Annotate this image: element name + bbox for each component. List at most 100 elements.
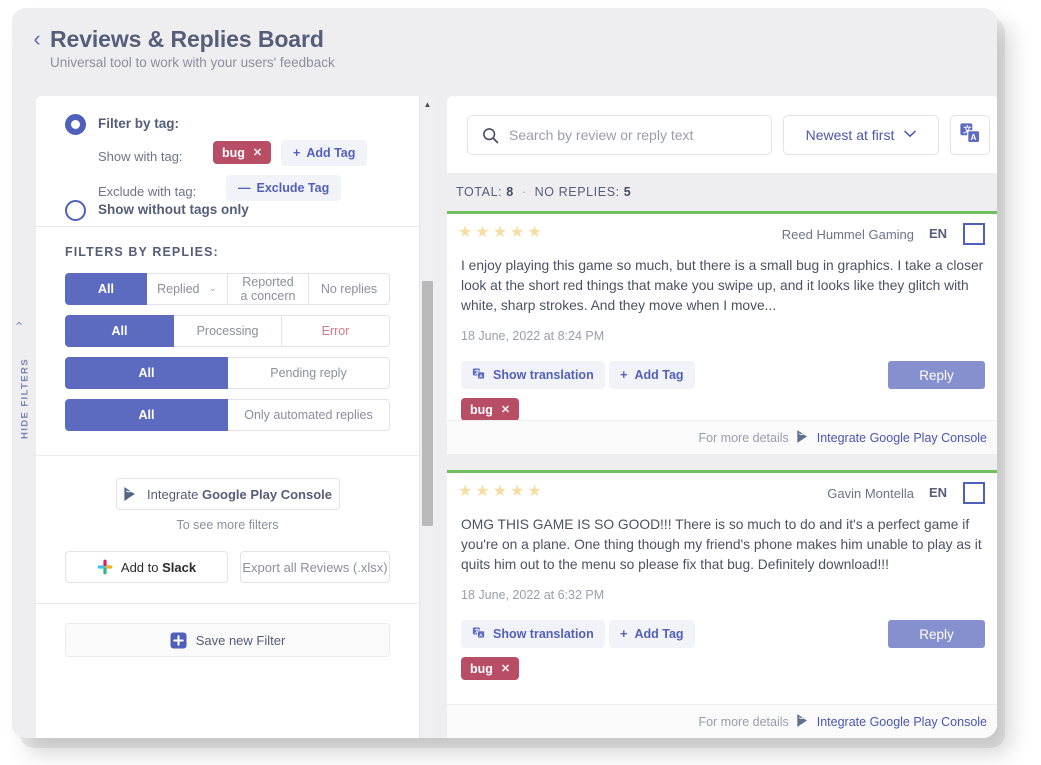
- segmented-control-group-3: All Only automated replies: [65, 399, 390, 431]
- tag-chip-bug[interactable]: bug ✕: [461, 657, 520, 680]
- translate-icon: 文A: [472, 367, 486, 384]
- segment-label: All: [98, 281, 114, 296]
- to-see-more-filters-label: To see more filters: [176, 518, 279, 532]
- review-tags: bug ✕: [461, 398, 985, 421]
- review-date: 18 June, 2022 at 6:32 PM: [461, 588, 605, 602]
- segment-no-replies[interactable]: No replies: [309, 273, 390, 305]
- segment-label: Reported a concern: [240, 274, 296, 303]
- review-text: OMG THIS GAME IS SO GOOD!!! There is so …: [461, 517, 982, 572]
- tag-chip-label: bug: [470, 661, 493, 676]
- review-select-checkbox[interactable]: [963, 482, 985, 504]
- export-all-reviews-button[interactable]: Export all Reviews (.xlsx): [240, 551, 390, 583]
- sort-order-value: Newest at first: [805, 127, 895, 143]
- chevron-down-icon: [904, 129, 917, 141]
- google-play-console-icon: [796, 429, 810, 447]
- add-tag-button[interactable]: + Add Tag: [609, 620, 695, 648]
- tag-chip-bug-include[interactable]: bug ✕: [213, 141, 272, 164]
- page-subtitle: Universal tool to work with your users' …: [50, 55, 335, 70]
- review-language: EN: [928, 226, 947, 241]
- save-new-filter-button[interactable]: Save new Filter: [65, 623, 390, 657]
- scroll-up-arrow-icon[interactable]: ▲: [420, 98, 434, 110]
- segment-pending-reply[interactable]: Pending reply: [228, 357, 390, 389]
- segment-all[interactable]: All: [65, 399, 228, 431]
- review-header: ★ ★ ★ ★ ★ Reed Hummel Gaming EN: [447, 214, 997, 256]
- radio-filter-by-tag[interactable]: [65, 114, 86, 135]
- translate-toggle-button[interactable]: 文 A: [950, 115, 990, 155]
- segment-label: Error: [321, 323, 350, 338]
- star-icon: ★: [492, 483, 508, 500]
- segment-processing[interactable]: Processing: [174, 315, 282, 347]
- filters-by-replies-block: FILTERS BY REPLIES: All Replied ⌄ Reported a…: [36, 227, 419, 455]
- integrate-google-play-console-link[interactable]: Integrate Google Play Console: [817, 715, 987, 729]
- star-icon: ★: [458, 483, 473, 500]
- sidebar-scrollbar-thumb[interactable]: [422, 281, 433, 526]
- review-date: 18 June, 2022 at 8:24 PM: [461, 329, 605, 343]
- star-icon: ★: [492, 224, 508, 241]
- segment-error[interactable]: Error: [282, 315, 390, 347]
- segmented-control-list: All Replied ⌄ Reported a concern No replies Al…: [36, 273, 419, 431]
- add-tag-label: Add Tag: [306, 146, 356, 160]
- total-value: 8: [506, 185, 514, 199]
- plus-square-icon: [170, 632, 187, 649]
- review-text: I enjoy playing this game so much, but t…: [461, 258, 984, 313]
- exclude-tag-label: Exclude Tag: [256, 181, 330, 195]
- close-icon[interactable]: ✕: [253, 146, 262, 159]
- show-translation-button[interactable]: 文 A Show translation: [461, 620, 605, 648]
- app-window: ‹ Reviews & Replies Board Universal tool…: [12, 8, 997, 738]
- filters-by-replies-title: FILTERS BY REPLIES:: [65, 245, 219, 259]
- back-chevron-icon[interactable]: ‹: [26, 26, 48, 52]
- translate-icon: 文A: [472, 626, 486, 643]
- chevron-down-icon[interactable]: ⌄: [209, 283, 217, 295]
- plus-icon: +: [293, 146, 301, 160]
- search-field-wrapper[interactable]: [467, 115, 772, 155]
- review-language: EN: [928, 485, 947, 500]
- reply-button[interactable]: Reply: [888, 620, 985, 648]
- radio-show-without-tags-only[interactable]: [65, 200, 86, 221]
- segment-all[interactable]: All: [65, 357, 228, 389]
- segment-all[interactable]: All: [65, 315, 174, 347]
- exclude-tag-button[interactable]: — Exclude Tag: [226, 175, 342, 201]
- svg-text:A: A: [971, 132, 977, 141]
- reply-button[interactable]: Reply: [888, 361, 985, 389]
- star-icon: ★: [475, 483, 490, 500]
- hide-filters-rail[interactable]: ‹ HIDE FILTERS: [12, 88, 36, 738]
- close-icon[interactable]: ✕: [501, 403, 510, 416]
- segmented-control-group-2: All Pending reply: [65, 357, 390, 389]
- star-icon: ★: [458, 224, 473, 241]
- google-play-console-icon: [796, 713, 810, 731]
- segment-replied[interactable]: Replied ⌄: [147, 273, 228, 305]
- minus-icon: —: [238, 181, 251, 195]
- no-replies-value: 5: [623, 185, 632, 199]
- review-select-checkbox[interactable]: [963, 223, 985, 245]
- segment-label: Replied: [157, 281, 200, 296]
- review-actions: 文 A Show translation + Add Tag Reply: [461, 620, 985, 648]
- label-show-with-tag: Show with tag:: [98, 149, 183, 164]
- segment-only-automated-replies[interactable]: Only automated replies: [228, 399, 390, 431]
- segment-label: Processing: [196, 323, 259, 338]
- add-tag-button[interactable]: + Add Tag: [609, 361, 695, 389]
- for-more-details-label: For more details: [698, 714, 789, 729]
- add-tag-button[interactable]: + Add Tag: [281, 140, 368, 166]
- segment-all[interactable]: All: [65, 273, 147, 305]
- no-replies-label: NO REPLIES:: [534, 185, 620, 199]
- close-icon[interactable]: ✕: [501, 662, 510, 675]
- sidebar-scrollbar[interactable]: ▲: [419, 96, 434, 738]
- total-label: TOTAL:: [456, 185, 503, 199]
- add-to-slack-label: Add to Slack: [120, 559, 197, 575]
- segment-label: All: [111, 323, 128, 338]
- integrate-google-play-console-link[interactable]: Integrate Google Play Console: [817, 431, 987, 445]
- add-to-slack-button[interactable]: Add to Slack: [65, 551, 228, 583]
- review-tags: bug ✕: [461, 657, 985, 680]
- show-translation-button[interactable]: 文 A Show translation: [461, 361, 605, 389]
- label-filter-by-tag: Filter by tag:: [98, 116, 180, 131]
- segment-label: No replies: [320, 281, 378, 296]
- plus-icon: +: [620, 627, 628, 641]
- search-input[interactable]: [509, 127, 771, 143]
- sort-order-select[interactable]: Newest at first: [783, 115, 939, 155]
- google-play-console-icon: [123, 486, 138, 502]
- review-card: ★ ★ ★ ★ ★ Gavin Montella EN OMG THIS GAME IS SO…: [447, 470, 997, 738]
- plus-icon: +: [620, 368, 628, 382]
- tag-chip-bug[interactable]: bug ✕: [461, 398, 520, 421]
- integrate-google-play-console-button[interactable]: Integrate Google Play Console: [115, 478, 340, 510]
- segment-reported-a-concern[interactable]: Reported a concern: [228, 273, 309, 305]
